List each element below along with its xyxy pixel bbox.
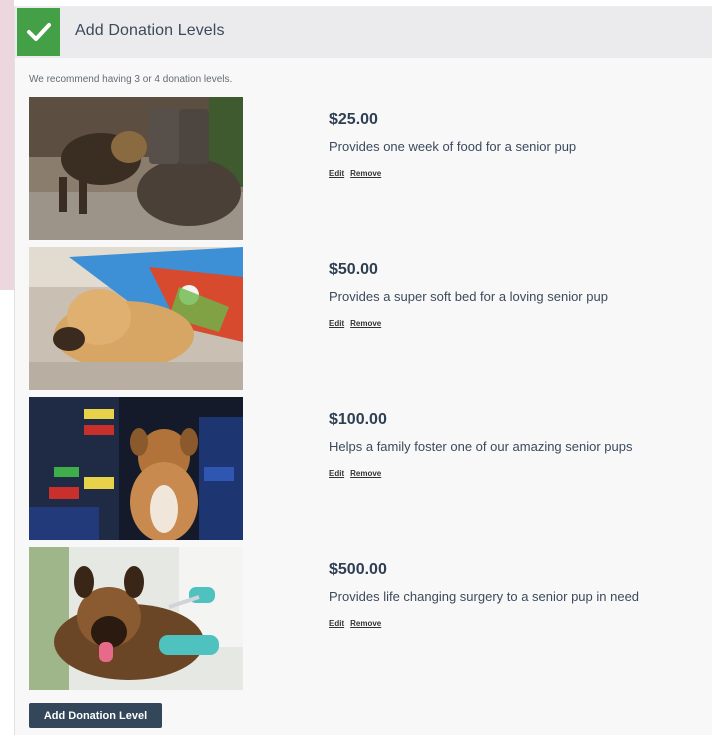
donation-description: Helps a family foster one of our amazing… [329, 439, 633, 454]
donation-amount: $500.00 [329, 561, 387, 578]
donation-amount: $50.00 [329, 261, 378, 278]
donation-level-item: $100.00 Helps a family foster one of our… [29, 397, 712, 540]
remove-link[interactable]: Remove [350, 169, 381, 178]
donation-level-image [29, 97, 243, 240]
donation-amount: $100.00 [329, 411, 387, 428]
donation-amount: $25.00 [329, 111, 378, 128]
donation-level-image [29, 247, 243, 390]
donation-level-item: $50.00 Provides a super soft bed for a l… [29, 247, 712, 390]
donation-level-item: $25.00 Provides one week of food for a s… [29, 97, 712, 240]
check-icon [17, 8, 60, 56]
donation-description: Provides a super soft bed for a loving s… [329, 289, 608, 304]
hint-text: We recommend having 3 or 4 donation leve… [29, 74, 233, 85]
remove-link[interactable]: Remove [350, 469, 381, 478]
donation-levels-panel: Add Donation Levels We recommend having … [14, 6, 712, 735]
edit-link[interactable]: Edit [329, 319, 344, 328]
background-accent [0, 0, 14, 290]
section-header: Add Donation Levels [15, 6, 712, 58]
section-title: Add Donation Levels [75, 22, 225, 39]
remove-link[interactable]: Remove [350, 619, 381, 628]
donation-description: Provides one week of food for a senior p… [329, 139, 577, 154]
add-donation-level-button[interactable]: Add Donation Level [29, 703, 162, 728]
donation-description: Provides life changing surgery to a seni… [329, 589, 640, 604]
edit-link[interactable]: Edit [329, 469, 344, 478]
donation-level-image [29, 547, 243, 690]
donation-level-image [29, 397, 243, 540]
edit-link[interactable]: Edit [329, 619, 344, 628]
edit-link[interactable]: Edit [329, 169, 344, 178]
remove-link[interactable]: Remove [350, 319, 381, 328]
donation-level-item: $500.00 Provides life changing surgery t… [29, 547, 712, 690]
